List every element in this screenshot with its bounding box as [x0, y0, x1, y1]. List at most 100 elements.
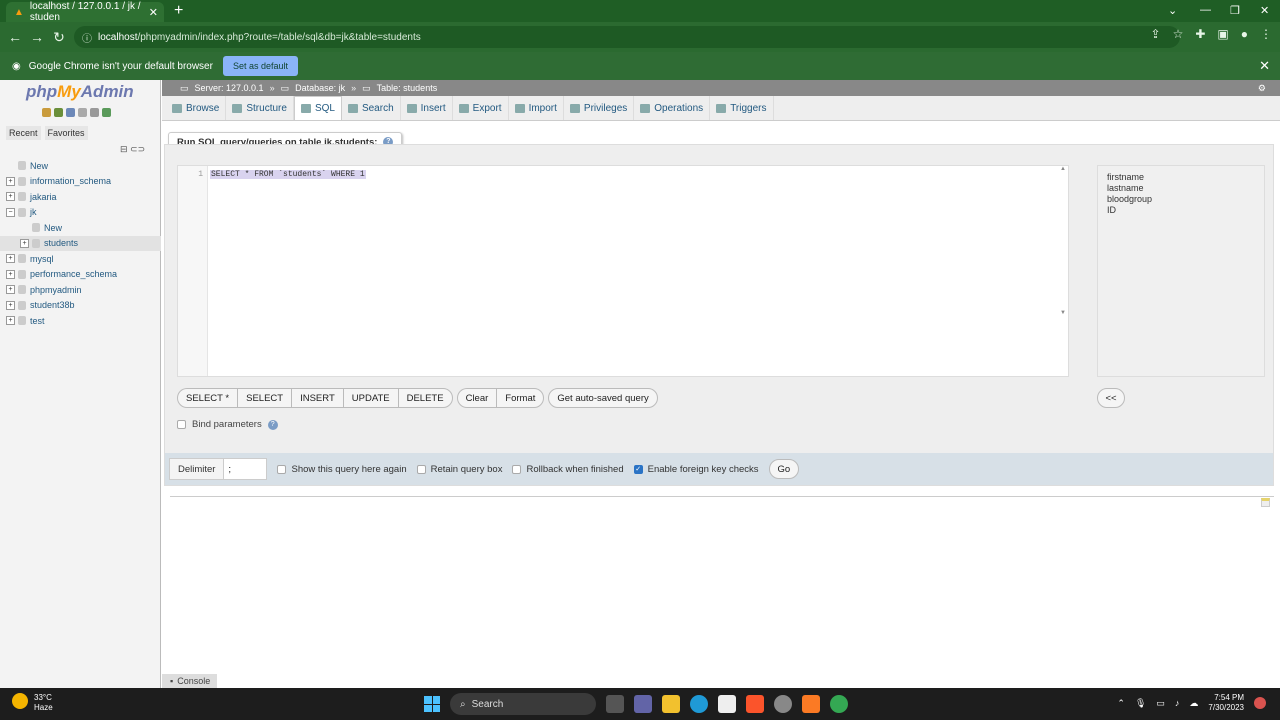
chrome-icon[interactable]	[830, 695, 848, 713]
collapse-all-icon[interactable]: ⊟ ⊂⊃	[120, 144, 145, 155]
favorites-tab[interactable]: Favorites	[44, 126, 88, 140]
phpmyadmin-logo[interactable]: phpMyAdmin	[26, 82, 134, 102]
breadcrumb-table[interactable]: Table: students	[377, 83, 438, 93]
show-query-again-checkbox[interactable]	[277, 464, 287, 474]
docs-icon[interactable]	[78, 108, 87, 117]
close-window-button[interactable]: ✕	[1260, 4, 1269, 17]
clock[interactable]: 7:54 PM 7/30/2023	[1208, 693, 1244, 713]
delimiter-input[interactable]	[224, 459, 267, 479]
go-button[interactable]: Go	[768, 459, 800, 479]
logout-icon[interactable]	[54, 108, 63, 117]
recent-tab[interactable]: Recent	[6, 126, 41, 140]
mic-icon[interactable]: 🎙	[1135, 698, 1146, 709]
tab-insert[interactable]: Insert	[401, 96, 453, 120]
restore-button[interactable]: ❐	[1230, 4, 1240, 17]
tab-browse[interactable]: Browse	[166, 96, 227, 120]
network-icon[interactable]: ▭	[1156, 698, 1165, 709]
tab-search[interactable]: Search	[342, 96, 401, 120]
tab-structure[interactable]: Structure	[226, 96, 294, 120]
gear-icon[interactable]: ⚙	[1258, 83, 1266, 94]
taskbar-search[interactable]: ⌕ Search	[450, 693, 596, 715]
format-button[interactable]: Format	[496, 388, 545, 408]
extensions-icon[interactable]: ✚	[1195, 27, 1205, 41]
column-option[interactable]: ID	[1107, 205, 1255, 216]
home-icon[interactable]	[42, 108, 51, 117]
sql-query-text[interactable]: SELECT * FROM `students` WHERE 1	[210, 170, 366, 179]
breadcrumb-server[interactable]: Server: 127.0.0.1	[195, 83, 264, 93]
weather-tray-icon[interactable]: ☁	[1189, 698, 1198, 709]
select-button[interactable]: SELECT	[237, 388, 292, 408]
tree-item[interactable]: + student38b	[0, 298, 161, 314]
breadcrumb-database[interactable]: Database: jk	[295, 83, 345, 93]
expand-icon[interactable]: +	[6, 192, 15, 202]
bookmark-star-icon[interactable]: ☆	[1173, 27, 1184, 41]
column-option[interactable]: bloodgroup	[1107, 194, 1255, 205]
infobar-close-icon[interactable]: ✕	[1259, 58, 1270, 74]
file-explorer-icon[interactable]	[662, 695, 680, 713]
share-icon[interactable]: ⇪	[1151, 27, 1161, 41]
tab-sql[interactable]: SQL	[293, 96, 342, 120]
info-icon[interactable]: ⓘ	[82, 30, 92, 45]
chevron-up-icon[interactable]: ⌃	[1117, 698, 1125, 709]
column-list[interactable]: firstname lastname bloodgroup ID	[1097, 165, 1265, 377]
tree-item[interactable]: + performance_schema	[0, 267, 161, 283]
tab-operations[interactable]: Operations	[634, 96, 711, 120]
app-icon[interactable]	[774, 695, 792, 713]
browser-tab[interactable]: ▲ localhost / 127.0.0.1 / jk / studen ✕	[6, 1, 164, 23]
start-button[interactable]	[424, 696, 440, 712]
retain-query-box-checkbox[interactable]	[416, 464, 426, 474]
edge-icon[interactable]	[690, 695, 708, 713]
new-tab-button[interactable]: +	[174, 2, 183, 20]
menu-icon[interactable]: ⋮	[1260, 27, 1272, 41]
close-tab-icon[interactable]: ✕	[149, 6, 158, 19]
weather-widget[interactable]: 33°C Haze	[12, 693, 53, 713]
select-star-button[interactable]: SELECT *	[177, 388, 238, 408]
tab-export[interactable]: Export	[453, 96, 509, 120]
delete-button[interactable]: DELETE	[397, 388, 453, 408]
tab-privileges[interactable]: Privileges	[564, 96, 635, 120]
minimize-button[interactable]: —	[1200, 4, 1211, 16]
column-option[interactable]: firstname	[1107, 172, 1255, 183]
tree-item[interactable]: + test	[0, 313, 161, 329]
tree-item[interactable]: New	[0, 158, 161, 174]
expand-icon[interactable]: +	[6, 300, 15, 310]
column-option[interactable]: lastname	[1107, 183, 1255, 194]
tree-item[interactable]: − jk	[0, 205, 161, 221]
update-button[interactable]: UPDATE	[342, 388, 398, 408]
back-icon[interactable]: ←	[4, 29, 26, 45]
expand-icon[interactable]: +	[6, 316, 15, 326]
brave-icon[interactable]	[746, 695, 764, 713]
clear-button[interactable]: Clear	[456, 388, 497, 408]
tree-item[interactable]: + phpmyadmin	[0, 282, 161, 298]
set-default-button[interactable]: Set as default	[222, 56, 298, 76]
task-view-icon[interactable]	[606, 695, 624, 713]
tab-search-icon[interactable]: ⌄	[1168, 4, 1177, 17]
volume-icon[interactable]: ♪	[1175, 698, 1180, 708]
forward-icon[interactable]: →	[26, 29, 48, 45]
sql-editor[interactable]: 1 SELECT * FROM `students` WHERE 1 ▲ ▼	[177, 165, 1069, 377]
editor-scrollbar[interactable]: ▲ ▼	[1058, 166, 1068, 376]
expand-icon[interactable]: +	[6, 285, 15, 295]
bind-parameters-checkbox[interactable]	[177, 420, 186, 429]
insert-column-button[interactable]: <<	[1097, 388, 1125, 408]
tree-item[interactable]: + information_schema	[0, 174, 161, 190]
expand-icon[interactable]: +	[6, 176, 15, 186]
store-icon[interactable]	[718, 695, 736, 713]
get-autosaved-query-button[interactable]: Get auto-saved query	[548, 388, 658, 408]
expand-icon[interactable]: +	[20, 238, 29, 248]
rollback-checkbox[interactable]	[512, 464, 522, 474]
foreign-key-checks-checkbox[interactable]: ✓	[633, 464, 643, 474]
expand-icon[interactable]: +	[6, 254, 15, 264]
tree-item[interactable]: + jakaria	[0, 189, 161, 205]
notification-icon[interactable]	[1254, 697, 1266, 709]
help-icon[interactable]	[66, 108, 75, 117]
sidepanel-icon[interactable]: ▣	[1217, 27, 1228, 41]
settings-icon[interactable]	[90, 108, 99, 117]
tree-item[interactable]: New	[0, 220, 161, 236]
console-toggle[interactable]: ▪ Console	[162, 674, 217, 688]
profile-avatar[interactable]: ●	[1241, 27, 1248, 41]
xampp-icon[interactable]	[802, 695, 820, 713]
teams-icon[interactable]	[634, 695, 652, 713]
tab-import[interactable]: Import	[509, 96, 564, 120]
reload-icon[interactable]: ↻	[48, 29, 70, 46]
